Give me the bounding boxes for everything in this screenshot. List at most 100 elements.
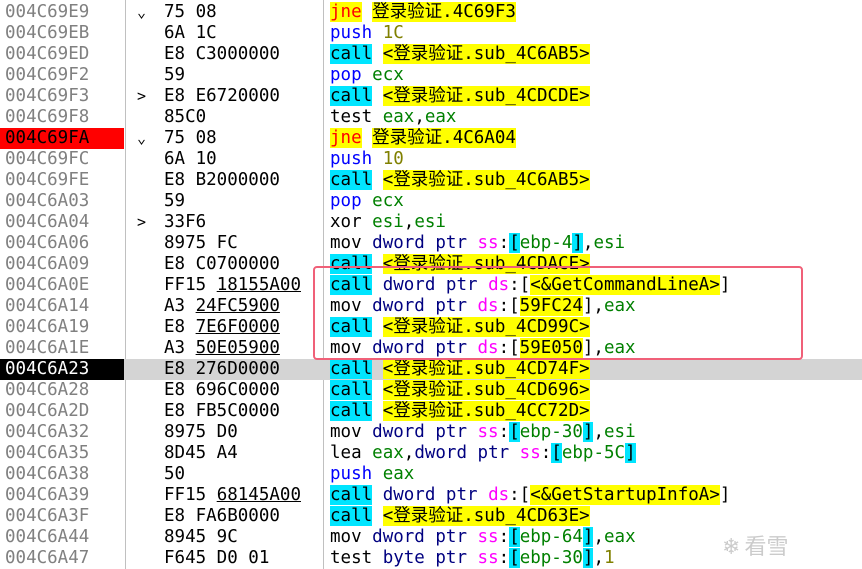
instruction-row[interactable]: 004C69FE E8 B2000000 call <登录验证.sub_4C6AB5… — [0, 170, 862, 191]
opcode-bytes[interactable]: E8 C3000000 — [164, 44, 280, 65]
instruction-text[interactable]: push eax — [330, 464, 414, 485]
address-cell[interactable]: 004C69F8 — [0, 107, 124, 128]
opcode-bytes[interactable]: 50 — [164, 464, 185, 485]
opcode-bytes[interactable]: E8 B2000000 — [164, 170, 280, 191]
address-cell[interactable]: 004C6A1E — [0, 338, 124, 359]
address-cell[interactable]: 004C6A23 — [0, 359, 124, 380]
address-cell[interactable]: 004C6A32 — [0, 422, 124, 443]
instruction-text[interactable]: push 1C — [330, 23, 404, 44]
opcode-bytes[interactable]: 8945 9C — [164, 527, 238, 548]
address-cell[interactable]: 004C69ED — [0, 44, 124, 65]
address-cell[interactable]: 004C69F3 — [0, 86, 124, 107]
instruction-text[interactable]: call <登录验证.sub_4CD74F> — [330, 359, 590, 380]
opcode-bytes[interactable]: F645 D0 01 — [164, 548, 269, 569]
instruction-row[interactable]: 004C6A28 E8 696C0000 call <登录验证.sub_4CD696… — [0, 380, 862, 401]
instruction-row[interactable]: 004C6A3F E8 FA6B0000 call <登录验证.sub_4CD63E… — [0, 506, 862, 527]
address-cell[interactable]: 004C6A14 — [0, 296, 124, 317]
address-cell[interactable]: 004C6A35 — [0, 443, 124, 464]
opcode-bytes[interactable]: FF15 18155A00 — [164, 275, 301, 296]
instruction-row[interactable]: 004C6A03 59 pop ecx — [0, 191, 862, 212]
opcode-bytes[interactable]: 33F6 — [164, 212, 206, 233]
instruction-row[interactable]: 004C69F2 59 pop ecx — [0, 65, 862, 86]
opcode-bytes[interactable]: 6A 10 — [164, 149, 217, 170]
instruction-row[interactable]: 004C6A06 8975 FC mov dword ptr ss:[ebp-4],… — [0, 233, 862, 254]
jump-arrow-icon — [137, 23, 155, 44]
instruction-text[interactable]: mov dword ptr ss:[ebp-64],eax — [330, 527, 636, 548]
instruction-text[interactable]: test byte ptr ss:[ebp-30],1 — [330, 548, 615, 569]
address-cell[interactable]: 004C69F2 — [0, 65, 124, 86]
opcode-bytes[interactable]: E8 C0700000 — [164, 254, 280, 275]
address-cell[interactable]: 004C69FC — [0, 149, 124, 170]
instruction-row[interactable]: 004C69FA ⌄ 75 08 jne 登录验证.4C6A04 — [0, 128, 862, 149]
address-cell[interactable]: 004C6A47 — [0, 548, 124, 569]
address-cell[interactable]: 004C6A44 — [0, 527, 124, 548]
instruction-row[interactable]: 004C69FC 6A 10 push 10 — [0, 149, 862, 170]
instruction-row[interactable]: 004C69EB 6A 1C push 1C — [0, 23, 862, 44]
opcode-bytes[interactable]: E8 7E6F0000 — [164, 317, 280, 338]
instruction-text[interactable]: mov dword ptr ss:[ebp-4],esi — [330, 233, 625, 254]
opcode-bytes[interactable]: 8D45 A4 — [164, 443, 238, 464]
instruction-row[interactable]: 004C6A23 E8 276D0000 call <登录验证.sub_4CD74F… — [0, 359, 862, 380]
instruction-row[interactable]: 004C69ED E8 C3000000 call <登录验证.sub_4C6AB5… — [0, 44, 862, 65]
instruction-text[interactable]: xor esi,esi — [330, 212, 446, 233]
address-cell[interactable]: 004C6A06 — [0, 233, 124, 254]
address-cell[interactable]: 004C6A38 — [0, 464, 124, 485]
instruction-row[interactable]: 004C6A32 8975 D0 mov dword ptr ss:[ebp-30]… — [0, 422, 862, 443]
instruction-row[interactable]: 004C6A39 FF15 68145A00 call dword ptr ds:[… — [0, 485, 862, 506]
instruction-text[interactable]: jne 登录验证.4C69F3 — [330, 2, 516, 23]
instruction-row[interactable]: 004C6A38 50 push eax — [0, 464, 862, 485]
instruction-row[interactable]: 004C69F8 85C0 test eax,eax — [0, 107, 862, 128]
address-cell[interactable]: 004C69E9 — [0, 2, 124, 23]
opcode-bytes[interactable]: E8 696C0000 — [164, 380, 280, 401]
instruction-text[interactable]: mov dword ptr ss:[ebp-30],esi — [330, 422, 636, 443]
opcode-bytes[interactable]: 59 — [164, 65, 185, 86]
operand-seg: ss — [519, 443, 541, 463]
address-cell[interactable]: 004C6A19 — [0, 317, 124, 338]
opcode-bytes[interactable]: 8975 FC — [164, 233, 238, 254]
instruction-text[interactable]: test eax,eax — [330, 107, 456, 128]
instruction-text[interactable]: call <登录验证.sub_4C6AB5> — [330, 170, 590, 191]
instruction-text[interactable]: push 10 — [330, 149, 404, 170]
instruction-text[interactable]: call <登录验证.sub_4CD63E> — [330, 506, 590, 527]
opcode-bytes[interactable]: 75 08 — [164, 2, 217, 23]
address-cell[interactable]: 004C6A04 — [0, 212, 124, 233]
opcode-bytes[interactable]: E8 FB5C0000 — [164, 401, 280, 422]
instruction-row[interactable]: 004C6A04 >33F6 xor esi,esi — [0, 212, 862, 233]
address-cell[interactable]: 004C69FA — [0, 128, 124, 149]
opcode-bytes[interactable]: A3 24FC5900 — [164, 296, 280, 317]
opcode-bytes[interactable]: FF15 68145A00 — [164, 485, 301, 506]
address-cell[interactable]: 004C6A03 — [0, 191, 124, 212]
address-cell[interactable]: 004C6A09 — [0, 254, 124, 275]
instruction-text[interactable]: lea eax,dword ptr ss:[ebp-5C] — [330, 443, 636, 464]
opcode-bytes[interactable]: 8975 D0 — [164, 422, 238, 443]
address-cell[interactable]: 004C6A39 — [0, 485, 124, 506]
instruction-text[interactable]: call <登录验证.sub_4CC72D> — [330, 401, 590, 422]
address-cell[interactable]: 004C6A28 — [0, 380, 124, 401]
address-cell[interactable]: 004C6A3F — [0, 506, 124, 527]
instruction-text[interactable]: call <登录验证.sub_4C6AB5> — [330, 44, 590, 65]
instruction-text[interactable]: pop ecx — [330, 65, 404, 86]
instruction-text[interactable]: call dword ptr ds:[<&GetStartupInfoA>] — [330, 485, 730, 506]
instruction-text[interactable]: pop ecx — [330, 191, 404, 212]
instruction-text[interactable]: call <登录验证.sub_4CDCDE> — [330, 86, 590, 107]
disassembly-view[interactable]: 004C69E9 ⌄ 75 08 jne 登录验证.4C69F3 004C69EB 6A … — [0, 0, 862, 569]
opcode-bytes[interactable]: 85C0 — [164, 107, 206, 128]
opcode-bytes[interactable]: E8 E6720000 — [164, 86, 280, 107]
opcode-bytes[interactable]: E8 FA6B0000 — [164, 506, 280, 527]
opcode-bytes[interactable]: A3 50E05900 — [164, 338, 280, 359]
operand-lbl: <&GetStartupInfoA> — [530, 485, 720, 505]
address-cell[interactable]: 004C69FE — [0, 170, 124, 191]
opcode-bytes[interactable]: 75 08 — [164, 128, 217, 149]
instruction-row[interactable]: 004C69F3 > E8 E6720000 call <登录验证.sub_4CDCD… — [0, 86, 862, 107]
opcode-bytes[interactable]: 6A 1C — [164, 23, 217, 44]
opcode-bytes[interactable]: E8 276D0000 — [164, 359, 280, 380]
instruction-text[interactable]: call <登录验证.sub_4CD696> — [330, 380, 590, 401]
instruction-row[interactable]: 004C6A2D E8 FB5C0000 call <登录验证.sub_4CC72D… — [0, 401, 862, 422]
address-cell[interactable]: 004C69EB — [0, 23, 124, 44]
address-cell[interactable]: 004C6A2D — [0, 401, 124, 422]
instruction-row[interactable]: 004C6A35 8D45 A4 lea eax,dword ptr ss:[ebp… — [0, 443, 862, 464]
instruction-text[interactable]: jne 登录验证.4C6A04 — [330, 128, 516, 149]
opcode-bytes[interactable]: 59 — [164, 191, 185, 212]
address-cell[interactable]: 004C6A0E — [0, 275, 124, 296]
instruction-row[interactable]: 004C69E9 ⌄ 75 08 jne 登录验证.4C69F3 — [0, 2, 862, 23]
